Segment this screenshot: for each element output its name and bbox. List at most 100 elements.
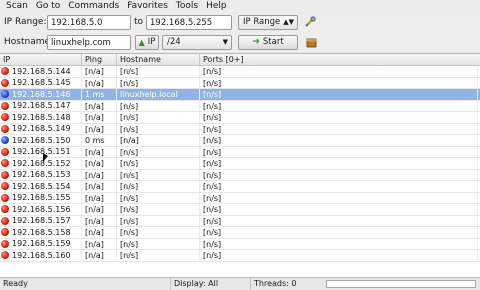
status-threads: Threads: 0 <box>250 278 320 290</box>
cell-hostname: [n/s] <box>117 77 200 88</box>
cell-ip-text: 192.168.5.153 <box>12 170 71 180</box>
cell-ping: [n/a] <box>82 123 117 134</box>
cell-ip: 192.168.5.156 <box>0 204 82 215</box>
mouse-cursor-icon <box>43 153 48 162</box>
cell-ports: [n/s] <box>200 181 478 192</box>
red-dot-icon <box>1 239 9 248</box>
table-row[interactable]: 192.168.5.152 [n/a] [n/s] [n/s] <box>0 158 480 170</box>
hostname-input[interactable] <box>47 35 131 50</box>
cell-ping: [n/a] <box>82 66 117 77</box>
table-row[interactable]: 192.168.5.150 0 ms [n/a] [n/s] <box>0 135 480 147</box>
cell-ping: 0 ms <box>82 135 117 146</box>
column-header-ip[interactable]: IP <box>0 54 82 65</box>
cell-ports: [n/s] <box>200 89 478 100</box>
cell-ports: [n/s] <box>200 204 478 215</box>
to-label: to <box>134 17 144 27</box>
column-header-ping[interactable]: Ping <box>82 54 117 65</box>
ip-button[interactable]: ▲ IP <box>135 35 159 50</box>
menu-tools[interactable]: Tools <box>172 0 202 13</box>
cell-ping: [n/a] <box>82 77 117 88</box>
red-dot-icon <box>1 193 9 202</box>
table-header: IP Ping Hostname Ports [0+] <box>0 54 480 66</box>
cell-ip: 192.168.5.150 <box>0 135 82 146</box>
red-dot-icon <box>1 101 9 110</box>
toolbar-host: Hostname: ▲ IP /24 ▼ ➔ Start <box>0 33 480 53</box>
red-dot-icon <box>1 78 9 87</box>
cell-ip-text: 192.168.5.149 <box>12 124 71 134</box>
table-row[interactable]: 192.168.5.149 [n/a] [n/s] [n/s] <box>0 123 480 135</box>
cell-ip-text: 192.168.5.160 <box>12 250 71 260</box>
wrench-icon[interactable] <box>304 16 316 28</box>
box-icon[interactable] <box>306 37 317 48</box>
table-row[interactable]: 192.168.5.155 [n/a] [n/s] [n/s] <box>0 192 480 204</box>
table-row[interactable]: 192.168.5.158 [n/a] [n/s] [n/s] <box>0 227 480 239</box>
cell-ip-text: 192.168.5.146 <box>12 89 71 99</box>
menu-scan[interactable]: Scan <box>2 0 32 13</box>
range-start-input[interactable] <box>47 15 131 30</box>
cell-ip: 192.168.5.145 <box>0 77 82 88</box>
red-dot-icon <box>1 182 9 191</box>
cell-ports: [n/s] <box>200 112 478 123</box>
cell-ping: [n/a] <box>82 112 117 123</box>
cell-ports: [n/s] <box>200 169 478 180</box>
cell-ip-text: 192.168.5.156 <box>12 204 71 214</box>
cell-ip: 192.168.5.147 <box>0 100 82 111</box>
cell-ping: [n/a] <box>82 100 117 111</box>
table-row[interactable]: 192.168.5.154 [n/a] [n/s] [n/s] <box>0 181 480 193</box>
cell-ip-text: 192.168.5.147 <box>12 101 71 111</box>
start-button[interactable]: ➔ Start <box>238 35 298 50</box>
cell-ping: 1 ms <box>82 89 117 100</box>
table-row[interactable]: 192.168.5.144 [n/a] [n/s] [n/s] <box>0 66 480 78</box>
menu-favorites[interactable]: Favorites <box>123 0 172 13</box>
cell-ports: [n/s] <box>200 227 478 238</box>
table-row[interactable]: 192.168.5.145 [n/a] [n/s] [n/s] <box>0 77 480 89</box>
cell-ping: [n/a] <box>82 204 117 215</box>
menu-commands[interactable]: Commands <box>64 0 123 13</box>
cell-ip-text: 192.168.5.148 <box>12 112 71 122</box>
cell-ip-text: 192.168.5.154 <box>12 181 71 191</box>
results-table[interactable]: IP Ping Hostname Ports [0+] 192.168.5.14… <box>0 53 480 277</box>
range-end-input[interactable] <box>146 15 232 30</box>
blue-dot-icon <box>1 136 9 145</box>
cell-ip-text: 192.168.5.158 <box>12 227 71 237</box>
cell-ping: [n/a] <box>82 158 117 169</box>
red-dot-icon <box>1 228 9 237</box>
cell-hostname: [n/s] <box>117 158 200 169</box>
netmask-select[interactable]: /24 ▼ <box>162 35 232 50</box>
cell-hostname: [n/a] <box>117 135 200 146</box>
cell-hostname: [n/s] <box>117 112 200 123</box>
column-header-hostname[interactable]: Hostname <box>117 54 200 65</box>
cell-ip: 192.168.5.158 <box>0 227 82 238</box>
table-row[interactable]: 192.168.5.146 1 ms linuxhelp.local [n/s] <box>0 89 480 101</box>
table-row[interactable]: 192.168.5.147 [n/a] [n/s] [n/s] <box>0 100 480 112</box>
menu-goto[interactable]: Go to <box>32 0 64 13</box>
menu-help[interactable]: Help <box>202 0 231 13</box>
cell-hostname: [n/s] <box>117 227 200 238</box>
cell-ip: 192.168.5.153 <box>0 169 82 180</box>
cell-hostname: [n/s] <box>117 169 200 180</box>
table-row[interactable]: 192.168.5.151 [n/a] [n/s] [n/s] <box>0 146 480 158</box>
cell-ping: [n/a] <box>82 227 117 238</box>
cell-ip: 192.168.5.157 <box>0 215 82 226</box>
cell-ping: [n/a] <box>82 215 117 226</box>
red-dot-icon <box>1 159 9 168</box>
cell-ip: 192.168.5.159 <box>0 238 82 249</box>
cell-ip-text: 192.168.5.152 <box>12 158 71 168</box>
column-header-ports[interactable]: Ports [0+] <box>200 54 478 65</box>
cell-ping: [n/a] <box>82 169 117 180</box>
cell-hostname: [n/s] <box>117 181 200 192</box>
cell-ip: 192.168.5.146 <box>0 89 82 100</box>
table-row[interactable]: 192.168.5.153 [n/a] [n/s] [n/s] <box>0 169 480 181</box>
cell-ports: [n/s] <box>200 215 478 226</box>
table-row[interactable]: 192.168.5.156 [n/a] [n/s] [n/s] <box>0 204 480 216</box>
red-dot-icon <box>1 124 9 133</box>
cell-ports: [n/s] <box>200 135 478 146</box>
table-row[interactable]: 192.168.5.157 [n/a] [n/s] [n/s] <box>0 215 480 227</box>
feeder-select[interactable]: IP Range ▲▼ <box>238 15 298 30</box>
table-row[interactable]: 192.168.5.159 [n/a] [n/s] [n/s] <box>0 238 480 250</box>
table-row[interactable]: 192.168.5.148 [n/a] [n/s] [n/s] <box>0 112 480 124</box>
up-arrow-icon: ▲ <box>138 38 145 47</box>
table-row[interactable]: 192.168.5.160 [n/a] [n/s] [n/s] <box>0 250 480 262</box>
cell-ports: [n/s] <box>200 77 478 88</box>
cell-ping: [n/a] <box>82 146 117 157</box>
